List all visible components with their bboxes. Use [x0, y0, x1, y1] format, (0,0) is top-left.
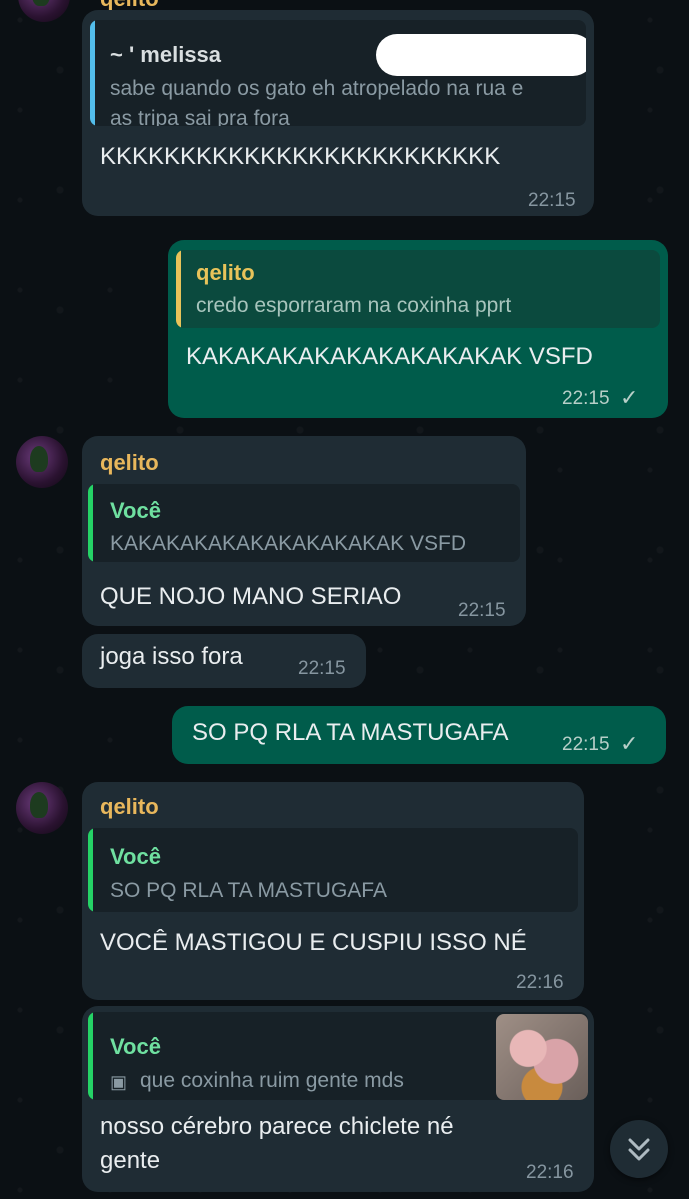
message-time: 22:15: [458, 600, 506, 621]
quote-bar: [88, 484, 93, 562]
quoted-message[interactable]: qelito credo esporraram na coxinha pprt: [176, 250, 660, 328]
quote-text: sabe quando os gato eh atropelado na rua…: [110, 77, 524, 126]
quoted-message[interactable]: Você SO PQ RLA TA MASTUGAFA: [88, 828, 578, 912]
quote-author: Você: [110, 1034, 161, 1059]
quote-text: SO PQ RLA TA MASTUGAFA: [110, 879, 387, 902]
message-time: 22:15: [562, 388, 610, 409]
quote-bar: [90, 20, 95, 126]
message-text: KAKAKAKAKAKAKAKAKAKAK VSFD: [186, 343, 593, 370]
message-text: QUE NOJO MANO SERIAO: [100, 583, 402, 610]
message-time: 22:16: [526, 1162, 574, 1183]
redacted-phone: [376, 34, 586, 76]
message-text: SO PQ RLA TA MASTUGAFA: [192, 719, 509, 746]
quote-bar: [88, 828, 93, 912]
message-text: VOCÊ MASTIGOU E CUSPIU ISSO NÉ: [100, 929, 527, 956]
avatar[interactable]: [16, 782, 68, 834]
sender-name: qelito: [100, 794, 159, 819]
message-bubble[interactable]: joga isso fora 22:15: [82, 634, 366, 688]
quote-bar: [176, 250, 181, 328]
quote-author: Você: [110, 844, 161, 869]
double-chevron-down-icon: [628, 1138, 650, 1161]
sent-check-icon: ✓: [620, 731, 639, 756]
message-text-line1: nosso cérebro parece chiclete né: [100, 1113, 454, 1140]
quoted-message[interactable]: ~ ' melissa sabe quando os gato eh atrop…: [90, 20, 586, 126]
message-text-line2: gente: [100, 1147, 161, 1174]
quote-thumbnail: [496, 1014, 588, 1100]
message-bubble[interactable]: qelito Você KAKAKAKAKAKAKAKAKAKAK VSFD Q…: [82, 436, 526, 626]
quote-bar: [88, 1012, 93, 1100]
quote-text: KAKAKAKAKAKAKAKAKAKAK VSFD: [110, 532, 466, 555]
photo-icon: ▣: [110, 1072, 128, 1092]
quote-text: credo esporraram na coxinha pprt: [196, 294, 512, 317]
message-text: KKKKKKKKKKKKKKKKKKKKKKKKK: [100, 143, 501, 170]
quoted-message[interactable]: Você ▣ que coxinha ruim gente mds: [88, 1012, 588, 1100]
message-bubble[interactable]: ~ ' melissa sabe quando os gato eh atrop…: [82, 10, 594, 216]
message-time: 22:15: [298, 658, 346, 679]
message-time: 22:16: [516, 972, 564, 993]
message-bubble[interactable]: Você ▣ que coxinha ruim gente mds nosso …: [82, 1006, 594, 1192]
message-bubble[interactable]: qelito credo esporraram na coxinha pprt …: [168, 240, 668, 418]
quote-text: que coxinha ruim gente mds: [140, 1069, 404, 1092]
sender-name: qelito: [100, 450, 159, 475]
message-time: 22:15: [562, 734, 610, 755]
message-text: joga isso fora: [100, 643, 243, 670]
message-bubble[interactable]: SO PQ RLA TA MASTUGAFA 22:15 ✓: [172, 706, 666, 764]
message-bubble[interactable]: qelito Você SO PQ RLA TA MASTUGAFA VOCÊ …: [82, 782, 584, 1000]
avatar[interactable]: [16, 436, 68, 488]
quote-author: ~ ' melissa: [110, 42, 222, 67]
quoted-message[interactable]: Você KAKAKAKAKAKAKAKAKAKAK VSFD: [88, 484, 520, 562]
scroll-to-bottom-button[interactable]: [610, 1120, 668, 1178]
quote-author: Você: [110, 498, 161, 523]
message-time: 22:15: [528, 190, 576, 211]
quote-author: qelito: [196, 260, 255, 285]
sent-check-icon: ✓: [620, 385, 639, 410]
